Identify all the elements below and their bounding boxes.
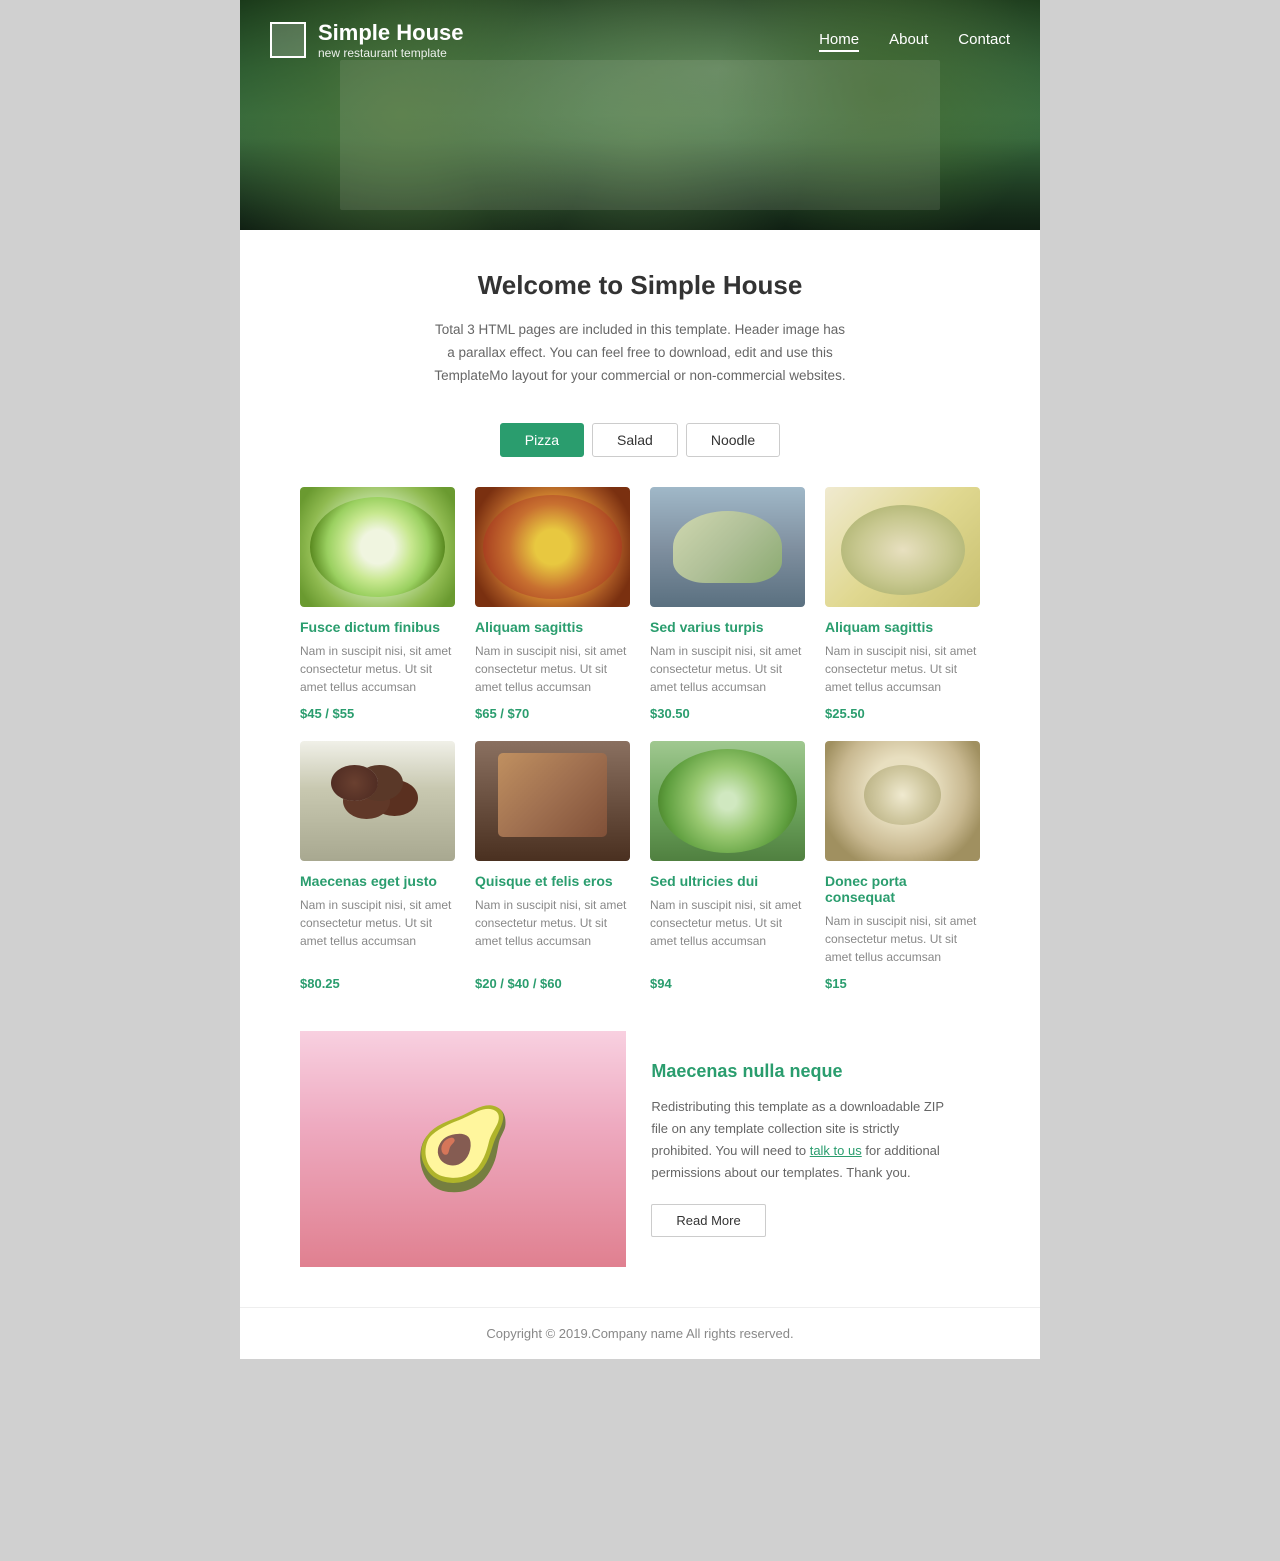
main-content: Welcome to Simple House Total 3 HTML pag…: [240, 230, 1040, 1307]
food-card-0: Fusce dictum finibus Nam in suscipit nis…: [300, 487, 455, 721]
read-more-button[interactable]: Read More: [651, 1204, 765, 1237]
nav-item-contact[interactable]: Contact: [958, 31, 1010, 49]
food-image-1: [475, 487, 630, 607]
nav-item-home[interactable]: Home: [819, 31, 859, 49]
food-price-5: $20 / $40 / $60: [475, 976, 630, 991]
food-card-4: Maecenas eget justo Nam in suscipit nisi…: [300, 741, 455, 991]
page-wrapper: Simple House new restaurant template Hom…: [240, 0, 1040, 1359]
food-image-5: [475, 741, 630, 861]
food-title-2: Sed varius turpis: [650, 619, 805, 635]
filter-buttons: Pizza Salad Noodle: [300, 423, 980, 457]
food-image-3: [825, 487, 980, 607]
food-title-1: Aliquam sagittis: [475, 619, 630, 635]
food-desc-0: Nam in suscipit nisi, sit amet consectet…: [300, 642, 455, 696]
welcome-title: Welcome to Simple House: [300, 270, 980, 301]
nav-link-home[interactable]: Home: [819, 31, 859, 52]
filter-salad[interactable]: Salad: [592, 423, 678, 457]
brand-tagline: new restaurant template: [318, 46, 463, 60]
food-title-3: Aliquam sagittis: [825, 619, 980, 635]
promo-text: Redistributing this template as a downlo…: [651, 1096, 955, 1184]
food-desc-6: Nam in suscipit nisi, sit amet consectet…: [650, 896, 805, 966]
food-desc-5: Nam in suscipit nisi, sit amet consectet…: [475, 896, 630, 966]
food-card-3: Aliquam sagittis Nam in suscipit nisi, s…: [825, 487, 980, 721]
brand: Simple House new restaurant template: [270, 20, 463, 60]
welcome-section: Welcome to Simple House Total 3 HTML pag…: [300, 270, 980, 388]
food-image-6: [650, 741, 805, 861]
food-price-2: $30.50: [650, 706, 805, 721]
food-image-2: [650, 487, 805, 607]
welcome-text: Total 3 HTML pages are included in this …: [430, 319, 850, 388]
nav-item-about[interactable]: About: [889, 31, 928, 49]
brand-logo: [270, 22, 306, 58]
food-image-7: [825, 741, 980, 861]
food-card-2: Sed varius turpis Nam in suscipit nisi, …: [650, 487, 805, 721]
food-image-0: [300, 487, 455, 607]
food-title-0: Fusce dictum finibus: [300, 619, 455, 635]
food-title-4: Maecenas eget justo: [300, 873, 455, 889]
food-title-7: Donec porta consequat: [825, 873, 980, 905]
food-title-5: Quisque et felis eros: [475, 873, 630, 889]
food-card-1: Aliquam sagittis Nam in suscipit nisi, s…: [475, 487, 630, 721]
nav-links: Home About Contact: [819, 31, 1010, 49]
food-price-4: $80.25: [300, 976, 455, 991]
brand-name: Simple House: [318, 20, 463, 46]
food-desc-4: Nam in suscipit nisi, sit amet consectet…: [300, 896, 455, 966]
food-card-7: Donec porta consequat Nam in suscipit ni…: [825, 741, 980, 991]
nav-link-contact[interactable]: Contact: [958, 31, 1010, 48]
food-price-1: $65 / $70: [475, 706, 630, 721]
food-desc-3: Nam in suscipit nisi, sit amet consectet…: [825, 642, 980, 696]
food-price-0: $45 / $55: [300, 706, 455, 721]
food-desc-1: Nam in suscipit nisi, sit amet consectet…: [475, 642, 630, 696]
nav-link-about[interactable]: About: [889, 31, 928, 48]
food-desc-7: Nam in suscipit nisi, sit amet consectet…: [825, 912, 980, 966]
promo-content: Maecenas nulla neque Redistributing this…: [626, 1031, 980, 1267]
copyright-text: Copyright © 2019.Company name All rights…: [486, 1326, 793, 1341]
header: Simple House new restaurant template Hom…: [240, 0, 1040, 230]
promo-section: Maecenas nulla neque Redistributing this…: [300, 1031, 980, 1267]
food-card-6: Sed ultricies dui Nam in suscipit nisi, …: [650, 741, 805, 991]
filter-noodle[interactable]: Noodle: [686, 423, 780, 457]
promo-link[interactable]: talk to us: [810, 1143, 862, 1158]
food-title-6: Sed ultricies dui: [650, 873, 805, 889]
food-price-6: $94: [650, 976, 805, 991]
footer: Copyright © 2019.Company name All rights…: [240, 1307, 1040, 1359]
food-price-7: $15: [825, 976, 980, 991]
food-desc-2: Nam in suscipit nisi, sit amet consectet…: [650, 642, 805, 696]
promo-image: [300, 1031, 626, 1267]
food-grid: Fusce dictum finibus Nam in suscipit nis…: [300, 487, 980, 991]
food-image-4: [300, 741, 455, 861]
food-card-5: Quisque et felis eros Nam in suscipit ni…: [475, 741, 630, 991]
main-nav: Simple House new restaurant template Hom…: [240, 0, 1040, 80]
food-price-3: $25.50: [825, 706, 980, 721]
promo-title: Maecenas nulla neque: [651, 1061, 955, 1082]
brand-text: Simple House new restaurant template: [318, 20, 463, 60]
filter-pizza[interactable]: Pizza: [500, 423, 584, 457]
